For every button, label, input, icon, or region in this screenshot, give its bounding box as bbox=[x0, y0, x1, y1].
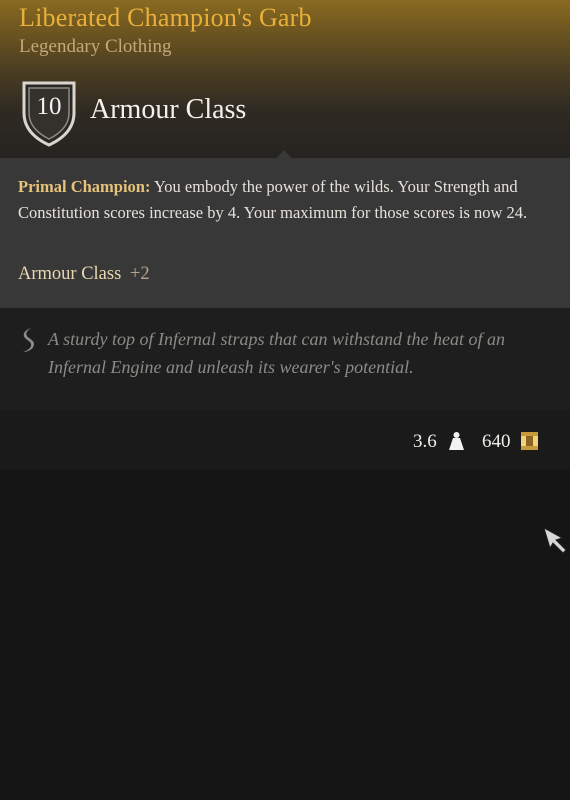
armour-class-label: Armour Class bbox=[90, 94, 247, 125]
bonus-label: Armour Class bbox=[18, 264, 122, 284]
feature-panel: Primal Champion: You embody the power of… bbox=[0, 158, 570, 308]
feature-title: Primal Champion: bbox=[18, 177, 151, 196]
tooltip-header: Liberated Champion's Garb Legendary Clot… bbox=[0, 0, 570, 159]
quill-icon bbox=[23, 328, 34, 352]
feature-description: Primal Champion: You embody the power of… bbox=[18, 174, 538, 225]
gold-coin-icon bbox=[521, 432, 538, 450]
weight-value: 3.6 bbox=[413, 431, 437, 452]
armour-class-value: 10 bbox=[36, 93, 62, 120]
empty-area bbox=[0, 470, 570, 800]
cursor-icon bbox=[543, 526, 567, 554]
item-rarity: Legendary Clothing bbox=[19, 36, 172, 57]
armour-class-bonus: Armour Class +2 bbox=[18, 264, 150, 285]
item-stats-bar: 3.6 640 bbox=[0, 410, 570, 470]
price-value: 640 bbox=[482, 431, 511, 452]
bonus-value: +2 bbox=[129, 264, 150, 284]
item-tooltip: Liberated Champion's Garb Legendary Clot… bbox=[0, 0, 570, 800]
flavour-panel: A sturdy top of Infernal straps that can… bbox=[0, 308, 570, 410]
weight-icon bbox=[449, 432, 464, 450]
item-name: Liberated Champion's Garb bbox=[19, 3, 312, 32]
flavour-text: A sturdy top of Infernal straps that can… bbox=[48, 329, 505, 377]
